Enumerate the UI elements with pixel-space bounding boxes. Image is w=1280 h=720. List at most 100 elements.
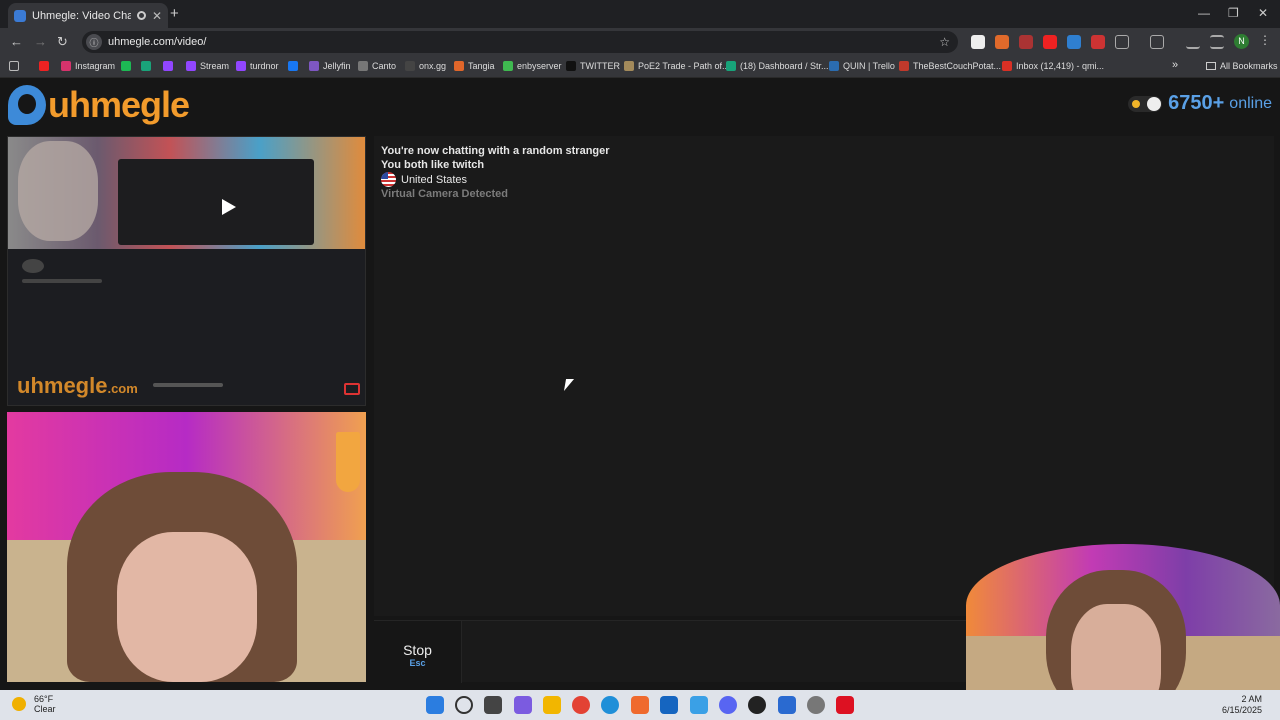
theme-toggle[interactable] [1128,95,1163,112]
stranger-webcam-overlay [18,141,98,241]
bookmark-item[interactable]: Canto [358,61,396,71]
stop-shortcut: Esc [409,658,426,668]
profile-avatar[interactable]: N [1234,34,1249,49]
bookmark-item[interactable]: Stream [186,61,229,71]
lamp-shape [336,432,360,492]
temperature: 66°F [34,694,54,704]
obs-icon[interactable] [748,696,766,714]
sun-icon [1132,99,1141,108]
window-close-icon[interactable]: ✕ [1258,6,1268,20]
site-favicon-icon [14,9,26,22]
windows-taskbar: 66°F Clear 2 AM 6/15/2025 [0,690,1280,720]
system-clock[interactable]: 2 AM 6/15/2025 [1222,694,1262,716]
browser-tab-strip: Uhmegle: Video Chat | Om ✕ + — ❐ ✕ [0,0,1280,28]
edge-icon[interactable] [601,696,619,714]
cast-icon[interactable] [1150,35,1164,49]
apps-grid-icon[interactable] [9,61,23,71]
app-blue-icon[interactable] [690,696,708,714]
extension-shield-icon[interactable] [1091,35,1105,49]
bookmark-item[interactable] [121,61,135,71]
discord-icon[interactable] [719,696,737,714]
tab-title: Uhmegle: Video Chat | Om [32,9,131,22]
channel-tabs [22,279,102,283]
recording-indicator-icon [136,11,146,20]
extension-translate-icon[interactable] [1067,35,1081,49]
download-icon[interactable] [1186,35,1200,49]
extension-red-icon[interactable] [1019,35,1033,49]
browser-toolbar: ← → ↻ ⓘ uhmegle.com/video/ ☆ ⋮ [0,28,1280,56]
settings-gear-icon[interactable] [807,696,825,714]
more-bookmarks-chevron-icon[interactable]: » [1172,59,1178,71]
address-url: uhmegle.com/video/ [108,36,207,48]
bookmark-item[interactable]: enbyserver [503,61,562,71]
task-view-icon[interactable] [484,696,502,714]
online-count: 6750+ [1168,92,1225,114]
weather-widget[interactable]: 66°F Clear [12,694,56,714]
moon-icon [12,697,26,711]
country-name: United States [401,173,468,186]
system-message-connected: You're now chatting with a random strang… [381,145,610,157]
all-bookmarks-button[interactable]: All Bookmarks [1206,61,1278,71]
report-flag-icon[interactable] [344,383,360,395]
weather-condition: Clear [34,704,56,714]
channel-chat-bar [153,383,223,387]
bookmark-item[interactable]: Instagram [61,61,115,71]
bookmark-item[interactable]: Tangia [454,61,495,71]
bookmark-item[interactable]: TWITTER [566,61,620,71]
bookmark-item[interactable]: turdnor [236,61,279,71]
back-arrow-icon[interactable]: ← [10,34,23,49]
file-explorer-icon[interactable] [543,696,561,714]
site-logo[interactable]: uhmegle [8,84,190,126]
extension-youtube-icon[interactable] [1043,35,1057,49]
bookmark-item[interactable]: Inbox (12,419) - qmi... [1002,61,1104,71]
browser-tab-active[interactable]: Uhmegle: Video Chat | Om ✕ [8,3,168,28]
bookmark-item[interactable] [39,61,53,71]
stop-button[interactable]: Stop Esc [374,621,462,683]
stranger-country: United States [381,172,467,187]
tab-search-icon[interactable] [1210,35,1224,49]
site-info-icon[interactable]: ⓘ [86,34,102,50]
bookmark-item[interactable]: Jellyfin [309,61,351,71]
address-bar[interactable]: ⓘ uhmegle.com/video/ ☆ [82,31,958,53]
reload-icon[interactable]: ↻ [57,34,68,50]
notepad-icon[interactable] [778,696,796,714]
bookmark-star-icon[interactable]: ☆ [939,35,950,49]
start-icon[interactable] [426,696,444,714]
bookmark-item[interactable]: QUIN | Trello [829,61,895,71]
bookmarks-bar: Instagram Stream turdnor Jellyfin Canto … [0,56,1280,78]
minimize-icon[interactable]: — [1198,6,1210,20]
extension-fox-icon[interactable] [995,35,1009,49]
bookmark-item[interactable] [288,61,302,71]
person-face-shape [117,532,257,682]
bookmark-item[interactable] [141,61,155,71]
search-icon[interactable] [455,696,473,714]
tab-close-icon[interactable]: ✕ [152,9,162,23]
folder-icon [1206,62,1216,70]
online-counter: 6750+ online [1128,92,1272,115]
us-flag-icon [381,172,396,187]
toggle-knob [1147,96,1162,111]
uhmegle-logo-icon [8,85,46,125]
restore-icon[interactable]: ❐ [1228,6,1239,20]
bookmark-item[interactable]: (18) Dashboard / Str... [726,61,829,71]
menu-kebab-icon[interactable]: ⋮ [1259,33,1273,47]
play-icon [222,199,236,215]
channel-avatar [22,259,44,273]
chat-message-input[interactable] [466,621,966,683]
bookmark-item[interactable]: TheBestCouchPotat... [899,61,1001,71]
chrome-icon[interactable] [572,696,590,714]
copilot-icon[interactable] [514,696,532,714]
outlook-icon[interactable] [660,696,678,714]
bookmark-item[interactable]: PoE2 Trade - Path of... [624,61,730,71]
app-orange-icon[interactable] [631,696,649,714]
uhmegle-watermark: uhmegle.com [17,373,138,398]
app-red-icon[interactable] [836,696,854,714]
extensions-puzzle-icon[interactable] [1115,35,1129,49]
new-tab-button[interactable]: + [170,5,179,22]
bookmark-item[interactable]: onx.gg [405,61,446,71]
stranger-video: uhmegle.com [7,136,366,406]
extension-k-icon[interactable] [971,35,985,49]
bookmark-item[interactable] [163,61,177,71]
forward-arrow-icon[interactable]: → [34,34,47,49]
logo-text: uhmegle [48,84,190,125]
